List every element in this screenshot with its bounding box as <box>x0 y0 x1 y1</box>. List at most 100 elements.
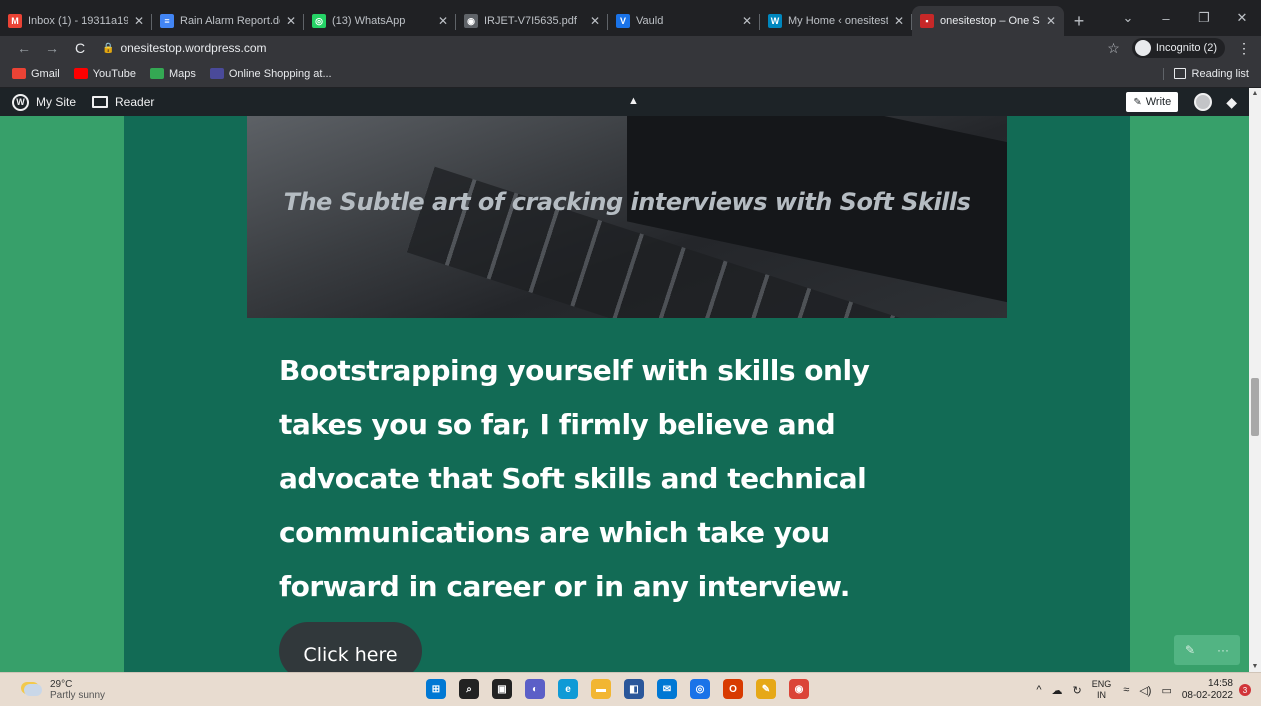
language-indicator[interactable]: ENG IN <box>1092 679 1112 701</box>
tab-close-icon[interactable]: ✕ <box>742 14 752 28</box>
tab-favicon-icon: ◉ <box>464 14 478 28</box>
new-tab-button[interactable]: + <box>1064 6 1094 36</box>
scrollbar-thumb[interactable] <box>1251 378 1259 436</box>
browser-tab[interactable]: ◎ (13) WhatsApp ✕ <box>304 6 456 36</box>
tab-title: Vauld <box>636 15 664 27</box>
edge-icon[interactable]: e <box>558 679 578 699</box>
tab-title: IRJET-V7I5635.pdf <box>484 15 577 27</box>
task-view-icon[interactable]: ▣ <box>492 679 512 699</box>
tab-search-icon[interactable]: ⌄ <box>1109 10 1147 26</box>
paint-icon[interactable]: ✎ <box>756 679 776 699</box>
reading-list-button[interactable]: Reading list <box>1162 67 1249 80</box>
close-window-button[interactable]: ✕ <box>1223 10 1261 26</box>
bookmark-label: Gmail <box>31 67 60 80</box>
user-avatar[interactable] <box>1194 93 1213 111</box>
clock[interactable]: 14:58 08-02-2022 <box>1182 678 1233 702</box>
tab-close-icon[interactable]: ✕ <box>134 14 144 28</box>
bookmark-item[interactable]: Gmail <box>12 68 60 80</box>
browser-tab[interactable]: V Vauld ✕ <box>608 6 760 36</box>
weather-widget[interactable]: 29°C Partly sunny <box>0 679 300 701</box>
bookmark-favicon-icon <box>149 68 164 79</box>
chrome-icon[interactable]: ◉ <box>789 679 809 699</box>
sync-icon[interactable]: ↻ <box>1073 684 1082 697</box>
browser-tab[interactable]: M Inbox (1) - 19311a195 ✕ <box>0 6 152 36</box>
search-icon[interactable]: ⌕ <box>459 679 479 699</box>
clock-time: 14:58 <box>1207 678 1233 689</box>
restore-button[interactable]: ❐ <box>1185 10 1223 26</box>
tab-title: Rain Alarm Report.do <box>180 15 280 27</box>
reading-list-icon <box>1173 68 1186 79</box>
browser-tab[interactable]: W My Home ‹ onesiteste ✕ <box>760 6 912 36</box>
taskbar-apps: ⊞ ⌕ ▣ ◐ e ▬ ◧ ✉ ◎ O ✎ ◉ <box>426 679 822 699</box>
office-icon[interactable]: O <box>723 679 743 699</box>
page-scrollbar[interactable]: ▲ ▼ <box>1249 88 1261 672</box>
app-blue-icon[interactable]: ◎ <box>690 679 710 699</box>
browser-menu-icon[interactable]: ⋮ <box>1237 40 1251 57</box>
tab-close-icon[interactable]: ✕ <box>894 14 904 28</box>
bookmark-favicon-icon <box>12 68 26 79</box>
store-icon[interactable]: ◧ <box>624 679 644 699</box>
bookmark-star-icon[interactable]: ☆ <box>1107 40 1120 57</box>
wifi-icon[interactable]: ≈ <box>1123 684 1129 696</box>
scroll-to-top-icon[interactable]: ▲ <box>628 95 640 107</box>
back-arrow-icon[interactable]: ← <box>10 40 38 56</box>
language-bottom: IN <box>1097 690 1106 700</box>
notifications-bell-icon[interactable]: ◆ <box>1226 94 1237 111</box>
file-explorer-icon[interactable]: ▬ <box>591 679 611 699</box>
forward-arrow-icon[interactable]: → <box>38 40 66 56</box>
weather-condition: Partly sunny <box>50 689 106 701</box>
edit-toolbar[interactable]: ✎ ··· <box>1174 635 1240 665</box>
tab-close-icon[interactable]: ✕ <box>590 14 600 28</box>
weather-text: 29°C Partly sunny <box>50 679 105 701</box>
my-site-label: My Site <box>36 95 77 109</box>
browser-tab[interactable]: ▪ onesitestop – One So ✕ <box>912 6 1064 36</box>
write-button[interactable]: ✎ Write <box>1126 92 1179 112</box>
scroll-up-arrow-icon[interactable]: ▲ <box>1249 90 1261 97</box>
reader-link[interactable]: Reader <box>92 95 154 109</box>
browser-tab[interactable]: ◉ IRJET-V7I5635.pdf ✕ <box>456 6 608 36</box>
tab-title: My Home ‹ onesiteste <box>788 15 888 27</box>
tab-favicon-icon: ▪ <box>920 14 934 28</box>
wordpress-logo-icon: W <box>12 93 29 111</box>
chat-icon[interactable]: ◐ <box>525 679 545 699</box>
weather-temperature: 29°C <box>50 678 73 690</box>
browser-tab[interactable]: ≡ Rain Alarm Report.do ✕ <box>152 6 304 36</box>
tab-title: Inbox (1) - 19311a195 <box>28 15 128 27</box>
cloud-icon[interactable]: ☁ <box>1052 684 1063 697</box>
start-icon[interactable]: ⊞ <box>426 679 446 699</box>
battery-icon[interactable]: ▭ <box>1161 684 1171 697</box>
bookmark-item[interactable]: Maps <box>149 67 196 80</box>
my-site-link[interactable]: W My Site <box>12 93 77 111</box>
mail-icon[interactable]: ✉ <box>657 679 677 699</box>
tab-close-icon[interactable]: ✕ <box>438 14 448 28</box>
tab-favicon-icon: V <box>616 14 630 28</box>
volume-icon[interactable]: ◁) <box>1139 684 1151 697</box>
tab-favicon-icon: M <box>8 14 22 28</box>
more-options-icon[interactable]: ··· <box>1217 643 1229 657</box>
bookmarks-bar: Gmail YouTube Maps Online Shopping at... Re… <box>0 60 1261 88</box>
hero-image: The Subtle art of cracking interviews wi… <box>247 116 1007 318</box>
tab-title: onesitestop – One So <box>940 15 1040 27</box>
scroll-down-arrow-icon[interactable]: ▼ <box>1249 663 1261 670</box>
reload-icon[interactable]: C <box>66 40 94 56</box>
tab-title: (13) WhatsApp <box>332 15 406 27</box>
click-here-button[interactable]: Click here <box>279 622 422 672</box>
tab-close-icon[interactable]: ✕ <box>286 14 296 28</box>
edit-pencil-icon[interactable]: ✎ <box>1185 643 1195 657</box>
show-hidden-icons-icon[interactable]: ^ <box>1036 684 1041 696</box>
clock-date: 08-02-2022 <box>1181 690 1233 701</box>
address-bar[interactable]: 🔒 onesitestop.wordpress.com <box>102 37 1099 59</box>
reader-icon <box>92 96 109 108</box>
write-label: Write <box>1145 96 1172 108</box>
tab-favicon-icon: ≡ <box>160 14 174 28</box>
incognito-profile-button[interactable]: Incognito (2) <box>1131 38 1225 58</box>
minimize-button[interactable]: – <box>1147 11 1185 26</box>
partly-sunny-icon <box>24 683 42 696</box>
bookmark-label: Maps <box>168 67 196 80</box>
bookmark-item[interactable]: YouTube <box>73 67 136 80</box>
lock-icon[interactable]: 🔒 <box>102 43 114 54</box>
bookmark-label: YouTube <box>92 67 136 80</box>
tab-close-icon[interactable]: ✕ <box>1046 14 1056 28</box>
bookmark-item[interactable]: Online Shopping at... <box>209 68 332 80</box>
notification-badge[interactable]: 3 <box>1239 684 1251 696</box>
